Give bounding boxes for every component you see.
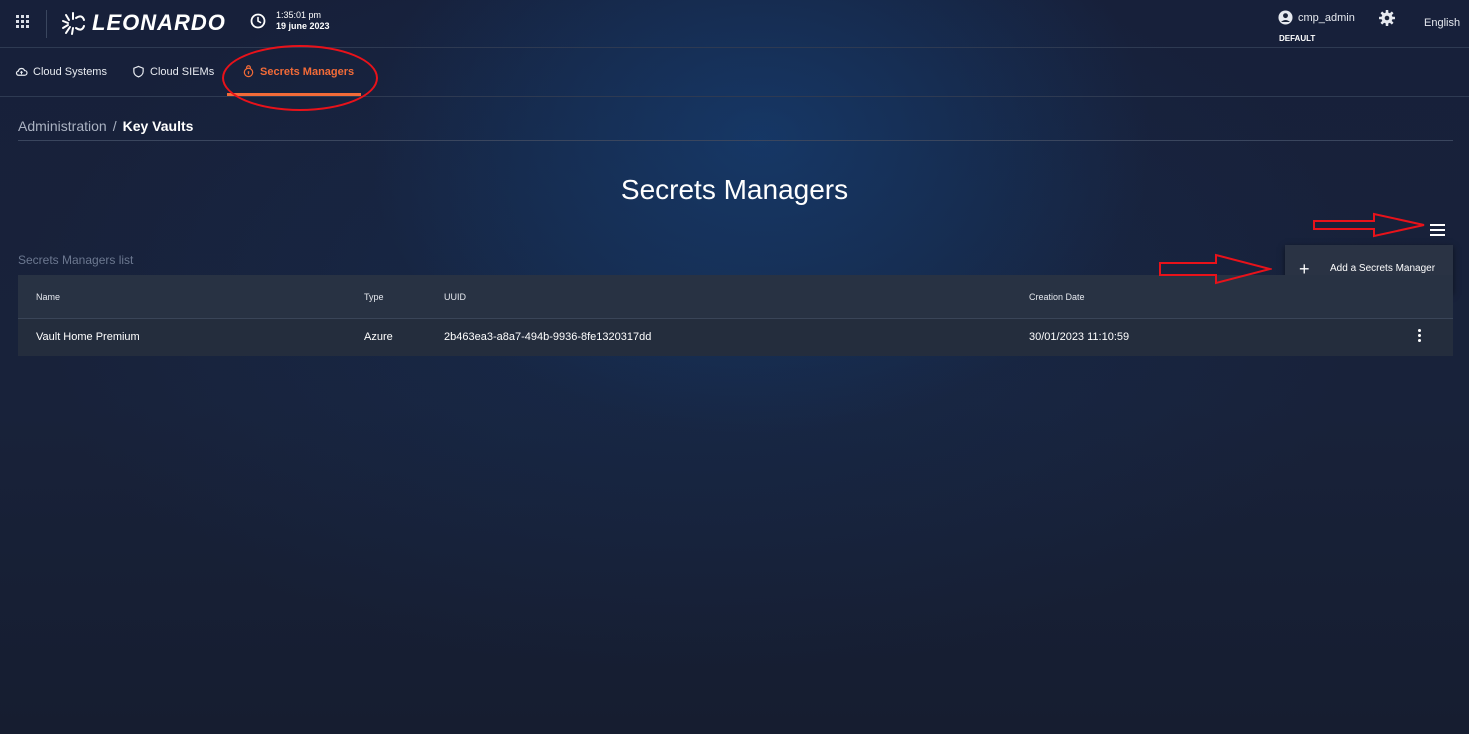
brand-logo[interactable]: LEONARDO xyxy=(60,8,226,38)
current-date: 19 june 2023 xyxy=(276,21,330,31)
tab-cloud-siems[interactable]: Cloud SIEMs xyxy=(132,48,214,95)
breadcrumb: Administration / Key Vaults xyxy=(18,118,193,134)
column-header-type[interactable]: Type xyxy=(364,292,384,302)
clock-readout: 1:35:01 pm 19 june 2023 xyxy=(276,10,330,32)
cloud-icon xyxy=(15,67,28,76)
column-header-uuid[interactable]: UUID xyxy=(444,292,466,302)
page-title: Secrets Managers xyxy=(620,174,849,205)
breadcrumb-separator: / xyxy=(112,118,117,134)
annotation-arrow xyxy=(1159,253,1272,285)
secrets-managers-table: Name Type UUID Creation Date Vault Home … xyxy=(18,275,1453,356)
column-header-creation-date[interactable]: Creation Date xyxy=(1029,292,1085,302)
top-bar: LEONARDO 1:35:01 pm 19 june 2023 cmp_adm… xyxy=(0,0,1469,48)
list-label: Secrets Managers list xyxy=(18,253,134,267)
section-tabs: Cloud Systems Cloud SIEMs Secrets Manage… xyxy=(0,48,1469,97)
hamburger-menu-icon[interactable] xyxy=(1430,224,1445,236)
clock-icon xyxy=(250,13,266,29)
cell-uuid: 2b463ea3-a8a7-494b-9936-8fe1320317dd xyxy=(444,331,652,343)
apps-grid-icon[interactable] xyxy=(16,15,29,28)
tenant-label: DEFAULT xyxy=(1279,34,1316,43)
user-avatar-icon[interactable] xyxy=(1278,10,1293,25)
annotation-circle xyxy=(222,45,378,111)
divider xyxy=(46,10,47,38)
tab-cloud-systems[interactable]: Cloud Systems xyxy=(15,48,107,95)
leonardo-logo-icon xyxy=(62,12,85,35)
tab-label: Cloud Systems xyxy=(33,65,107,78)
table-row[interactable]: Vault Home Premium Azure 2b463ea3-a8a7-4… xyxy=(18,319,1453,356)
brand-name: LEONARDO xyxy=(92,10,226,35)
tab-label: Cloud SIEMs xyxy=(150,65,215,78)
add-secrets-manager-label: Add a Secrets Manager xyxy=(1330,263,1436,274)
row-actions-kebab-icon[interactable] xyxy=(1416,329,1422,345)
cell-type: Azure xyxy=(364,331,393,343)
column-header-name[interactable]: Name xyxy=(36,292,60,302)
breadcrumb-parent[interactable]: Administration xyxy=(18,118,107,134)
gear-icon[interactable] xyxy=(1378,9,1396,27)
divider xyxy=(18,140,1453,141)
annotation-arrow xyxy=(1313,212,1425,238)
current-time: 1:35:01 pm xyxy=(276,10,322,20)
user-name[interactable]: cmp_admin xyxy=(1298,12,1355,24)
language-selector[interactable]: English xyxy=(1424,17,1460,29)
shield-icon xyxy=(133,65,144,78)
breadcrumb-current: Key Vaults xyxy=(122,118,194,134)
cell-name: Vault Home Premium xyxy=(36,331,140,343)
cell-creation-date: 30/01/2023 11:10:59 xyxy=(1029,331,1130,343)
